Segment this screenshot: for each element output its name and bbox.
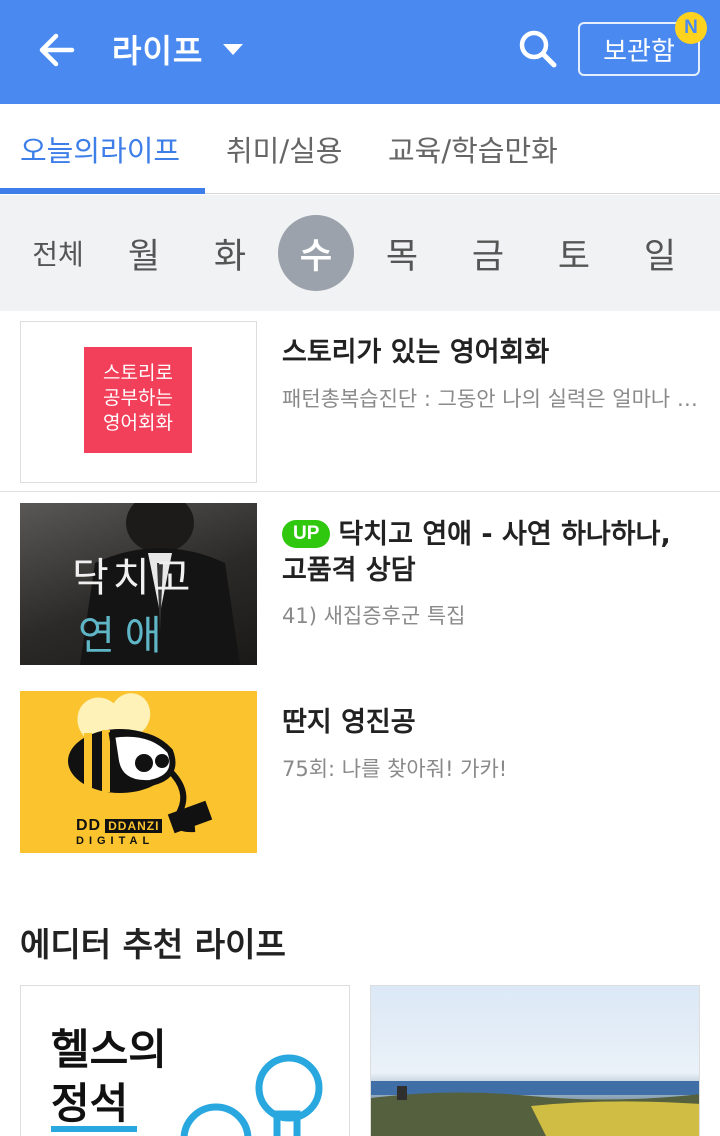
thumb-text: 영어회화 [103,412,173,434]
search-button[interactable] [514,26,562,72]
day-selector: 전체 월 화 수 목 금 토 일 [0,195,720,311]
digital-label: DIGITAL [76,835,155,847]
ddanzi-label: DDANZI [105,819,163,833]
list-item[interactable]: DD DDANZI DIGITAL 딴지 영진공 75회: 나를 찾아줘! 가카! [0,691,720,855]
editor-card[interactable] [370,985,700,1136]
day-sat[interactable]: 토 [536,215,612,291]
card-title-2: 정석 [51,1079,129,1128]
section-title: 에디터 추천 라이프 [20,925,286,964]
item-title-line2: 고품격 상담 [282,555,416,586]
editor-card[interactable]: 헬스의 정석 [20,985,350,1136]
arrow-left-icon [39,33,75,67]
day-all[interactable]: 전체 [20,215,96,291]
thumbnail-dating: 닥치고 연애 [20,503,257,665]
new-badge: N [675,12,707,44]
item-title: UP 닥치고 연애 - 사연 하나하나, [282,517,671,553]
item-title: 딴지 영진공 [282,707,416,738]
category-dropdown[interactable]: 라이프 [112,26,244,72]
thumbnail-english: 스토리로 공부하는 영어회화 [20,321,257,483]
tab-education[interactable]: 교육/학습만화 [388,104,558,194]
day-mon[interactable]: 월 [106,215,182,291]
app-header: 라이프 보관함 N [0,0,720,104]
search-icon [519,30,557,68]
ddanzi-brand-text: DD DDANZI [76,817,163,835]
landscape-image [371,1081,699,1136]
list-item[interactable]: 닥치고 연애 UP 닥치고 연애 - 사연 하나하나, 고품격 상담 41) 새집… [0,503,720,667]
divider [0,491,720,492]
item-title-line1: 닥치고 연애 - 사연 하나하나, [338,519,671,550]
chevron-down-icon [223,43,244,55]
day-thu[interactable]: 목 [364,215,440,291]
active-tab-indicator [0,188,205,194]
item-title: 스토리가 있는 영어회화 [282,337,550,368]
card-title-1: 헬스의 [51,1025,167,1074]
tab-hobby[interactable]: 취미/실용 [226,104,343,194]
dumbbell-icon [180,1054,323,1136]
tab-today-life[interactable]: 오늘의라이프 [20,104,180,194]
item-subtitle: 패턴총복습진단 : 그동안 나의 실력은 얼마나 늘었을까 [282,387,714,411]
item-subtitle: 41) 새집증후군 특집 [282,604,466,628]
day-sun[interactable]: 일 [622,215,698,291]
thumb-title-1: 닥치고 [72,555,195,601]
day-fri[interactable]: 금 [450,215,526,291]
storage-label: 보관함 [603,36,675,67]
up-badge: UP [282,520,331,548]
thumb-text: 공부하는 [103,387,173,409]
thumbnail-ddanzi: DD DDANZI DIGITAL [20,691,257,853]
thumb-text: 스토리로 [103,362,173,384]
back-button[interactable] [30,26,82,74]
list-item[interactable]: 스토리로 공부하는 영어회화 스토리가 있는 영어회화 패턴총복습진단 : 그동… [0,321,720,491]
thumbnail-logo: 스토리로 공부하는 영어회화 [84,347,192,453]
category-tabs: 오늘의라이프 취미/실용 교육/학습만화 [0,104,720,194]
thumb-title-2: 연애 [78,613,172,659]
page-title: 라이프 [112,32,204,70]
item-subtitle: 75회: 나를 찾아줘! 가카! [282,757,508,781]
day-tue[interactable]: 화 [192,215,268,291]
day-wed[interactable]: 수 [278,215,354,291]
card-underline [51,1126,137,1132]
